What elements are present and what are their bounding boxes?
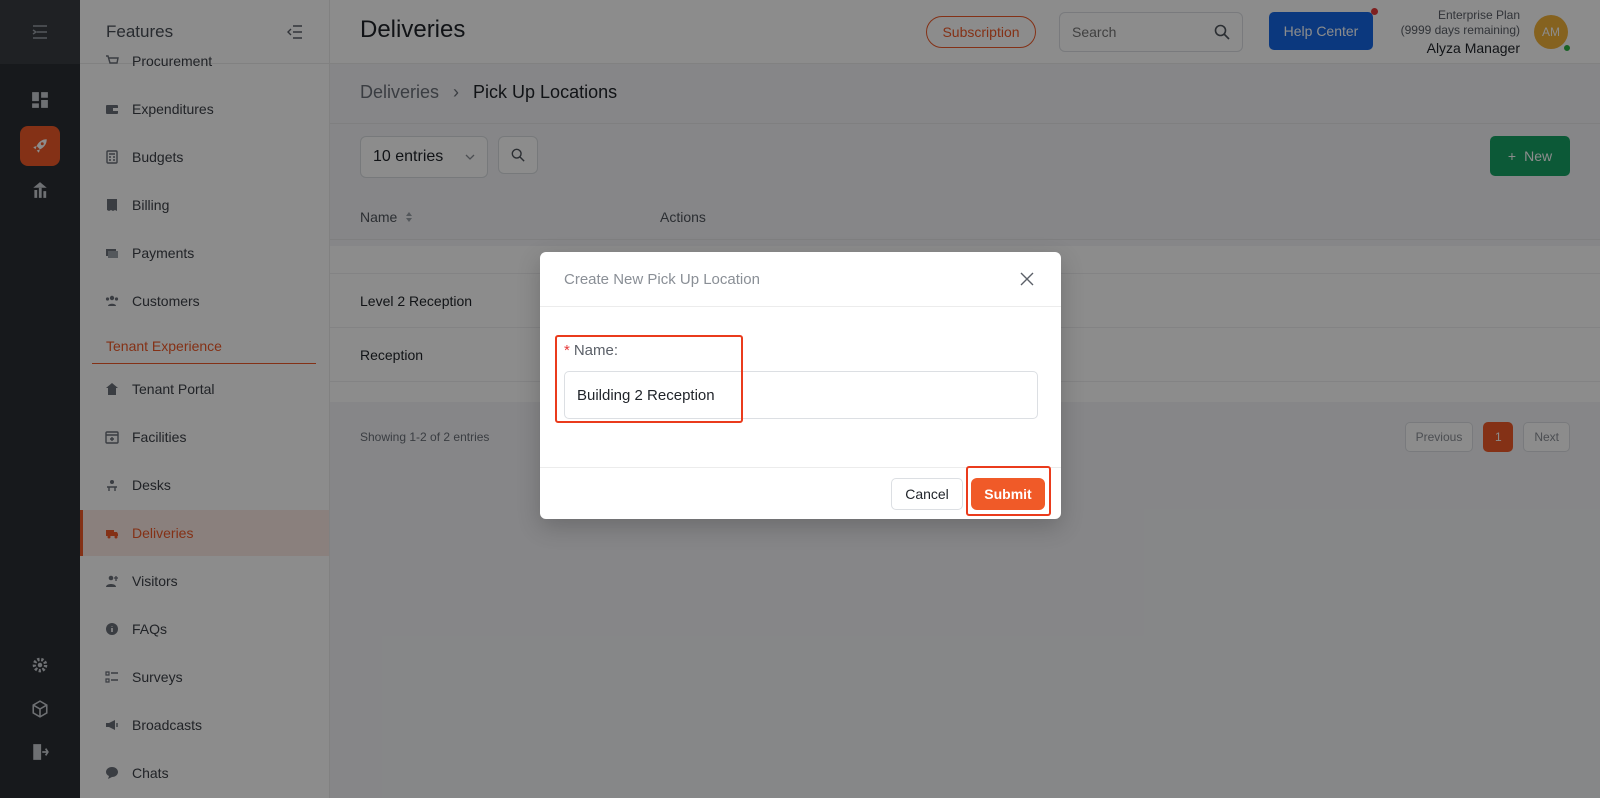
dialog-footer-divider xyxy=(540,467,1061,468)
name-field-label: * Name: xyxy=(564,342,618,359)
create-pickup-location-dialog: Create New Pick Up Location *Name: Cance… xyxy=(540,252,1061,519)
name-label-colon: : xyxy=(613,342,619,359)
submit-button[interactable]: Submit xyxy=(971,478,1045,510)
dialog-title: Create New Pick Up Location xyxy=(564,270,760,288)
close-icon[interactable] xyxy=(1017,269,1037,289)
required-mark: * xyxy=(564,342,570,359)
cancel-button[interactable]: Cancel xyxy=(891,478,963,510)
name-input[interactable] xyxy=(564,371,1038,419)
name-label-text: Name xyxy=(573,342,614,359)
dialog-header: Create New Pick Up Location xyxy=(540,252,1061,307)
